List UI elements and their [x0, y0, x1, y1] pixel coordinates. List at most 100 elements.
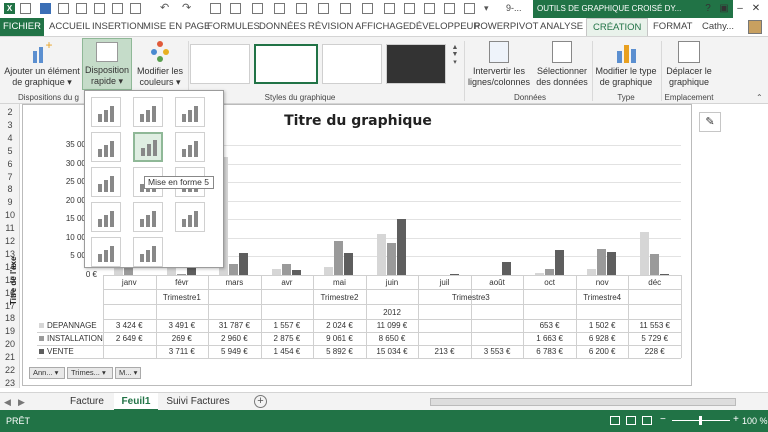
row-header[interactable]: 7 [0, 171, 20, 183]
table-icon[interactable] [318, 3, 329, 14]
layout-option[interactable] [91, 202, 121, 232]
layout-option[interactable] [175, 97, 205, 127]
help-button[interactable]: ? [700, 1, 716, 16]
row-header[interactable]: 12 [0, 235, 20, 247]
avatar[interactable] [748, 20, 762, 34]
bar-vente[interactable] [397, 219, 406, 275]
row-header[interactable]: 18 [0, 312, 20, 324]
change-chart-type-button[interactable]: Modifier le type de graphique [592, 39, 660, 88]
close-button[interactable]: ✕ [748, 1, 764, 16]
change-colors-button[interactable]: Modifier les couleurs ▾ [134, 39, 186, 88]
bar-vente[interactable] [239, 252, 249, 275]
print-icon[interactable] [94, 3, 105, 14]
layout-option[interactable] [133, 132, 163, 162]
sheet-tab-facture[interactable]: Facture [62, 393, 112, 411]
row-header[interactable]: 19 [0, 325, 20, 337]
preview-icon[interactable] [112, 3, 123, 14]
field-filter-button[interactable]: M... ▾ [115, 367, 141, 379]
layout-option[interactable] [91, 237, 121, 267]
add-sheet-icon[interactable]: + [254, 395, 267, 408]
tab-mise-en-page[interactable]: MISE EN PAGE [143, 18, 210, 36]
bar-vente[interactable] [502, 261, 512, 275]
minimize-button[interactable]: – [732, 1, 748, 16]
form-icon[interactable] [296, 3, 307, 14]
tab-insertion[interactable]: INSERTION [92, 18, 144, 36]
horizontal-scrollbar[interactable] [430, 398, 736, 406]
row-header[interactable]: 2 [0, 106, 20, 118]
undo-icon[interactable]: ↶ [160, 3, 171, 14]
camera-icon[interactable] [274, 3, 285, 14]
tab-formules[interactable]: FORMULES [207, 18, 260, 36]
tab-revision[interactable]: RÉVISION [308, 18, 353, 36]
select-data-button[interactable]: Sélectionner des données [534, 39, 590, 88]
open-icon[interactable] [76, 3, 87, 14]
layout-option[interactable] [91, 167, 121, 197]
styles-scroll[interactable]: ▲ ▼ ▾ [450, 44, 460, 84]
bar-depannage[interactable] [639, 232, 649, 275]
quick-layout-button[interactable]: Disposition rapide ▾ [82, 38, 132, 90]
bar-vente[interactable] [607, 251, 617, 275]
tab-accueil[interactable]: ACCUEIL [49, 18, 90, 36]
field-filter-button[interactable]: Ann... ▾ [29, 367, 65, 379]
bar-installation[interactable] [387, 242, 396, 275]
y-axis-title[interactable]: Titre de l'axe [9, 257, 18, 305]
quick-print-icon[interactable] [464, 3, 475, 14]
tab-format[interactable]: FORMAT [653, 18, 692, 36]
sheet-tab-feuil1[interactable]: Feuil1 [114, 393, 158, 411]
bar-depannage[interactable] [324, 267, 334, 275]
normal-view-icon[interactable] [610, 416, 620, 425]
app-icon[interactable] [20, 3, 31, 14]
collapse-ribbon-icon[interactable]: ⌃ [756, 93, 763, 102]
customize-toolbar-icon[interactable]: ▾ [484, 3, 495, 14]
ribbon-options-button[interactable]: ▣ [716, 1, 732, 16]
pivot-icon[interactable] [362, 3, 373, 14]
bar-depannage[interactable] [377, 233, 386, 275]
row-header[interactable]: 10 [0, 209, 20, 221]
row-header[interactable]: 8 [0, 183, 20, 195]
layout-option[interactable] [175, 202, 205, 232]
user-name[interactable]: Cathy... [702, 18, 734, 36]
layout-option[interactable] [91, 132, 121, 162]
tab-fichier[interactable]: FICHIER [0, 18, 44, 36]
zoom-level[interactable]: 100 % [742, 416, 768, 426]
bar-installation[interactable] [597, 249, 607, 275]
layout-option[interactable] [133, 237, 163, 267]
sum-icon[interactable] [384, 3, 395, 14]
row-header[interactable]: 11 [0, 222, 20, 234]
row-header[interactable]: 22 [0, 364, 20, 376]
function-icon[interactable] [404, 3, 415, 14]
filter-icon[interactable] [230, 3, 241, 14]
page-break-icon[interactable] [642, 416, 652, 425]
add-chart-element-button[interactable]: + Ajouter un élément de graphique ▾ [2, 39, 82, 88]
layout-option[interactable] [133, 97, 163, 127]
sheet-tab-suivi-factures[interactable]: Suivi Factures [160, 393, 236, 411]
layout-option[interactable] [175, 132, 205, 162]
calc-icon[interactable] [424, 3, 435, 14]
macro-icon[interactable] [340, 3, 351, 14]
chart-style-2[interactable] [254, 44, 318, 84]
chart-styles-button[interactable]: ✎ [699, 112, 721, 132]
tab-affichage[interactable]: AFFICHAGE [355, 18, 409, 36]
bar-installation[interactable] [281, 264, 291, 275]
layout-option[interactable] [133, 202, 163, 232]
tab-developpeur[interactable]: DÉVELOPPEUR [409, 18, 480, 36]
bar-vente[interactable] [344, 253, 354, 275]
layout-option[interactable] [91, 97, 121, 127]
move-chart-button[interactable]: Déplacer le graphique [662, 39, 716, 88]
zoom-slider-thumb[interactable] [699, 416, 702, 425]
chart-style-4[interactable] [386, 44, 446, 84]
tab-donnees[interactable]: DONNÉES [259, 18, 306, 36]
bar-installation[interactable] [229, 264, 239, 275]
page-layout-icon[interactable] [626, 416, 636, 425]
row-header[interactable]: 21 [0, 351, 20, 363]
chart-style-3[interactable] [322, 44, 382, 84]
row-header[interactable]: 5 [0, 145, 20, 157]
chart-style-1[interactable] [190, 44, 250, 84]
tab-analyse[interactable]: ANALYSE [540, 18, 583, 36]
bar-installation[interactable] [649, 253, 659, 275]
save-icon[interactable] [40, 3, 51, 14]
mail-icon[interactable] [444, 3, 455, 14]
field-filter-button[interactable]: Trimes... ▾ [67, 367, 113, 379]
row-header[interactable]: 20 [0, 338, 20, 350]
tab-creation[interactable]: CRÉATION [586, 18, 649, 36]
